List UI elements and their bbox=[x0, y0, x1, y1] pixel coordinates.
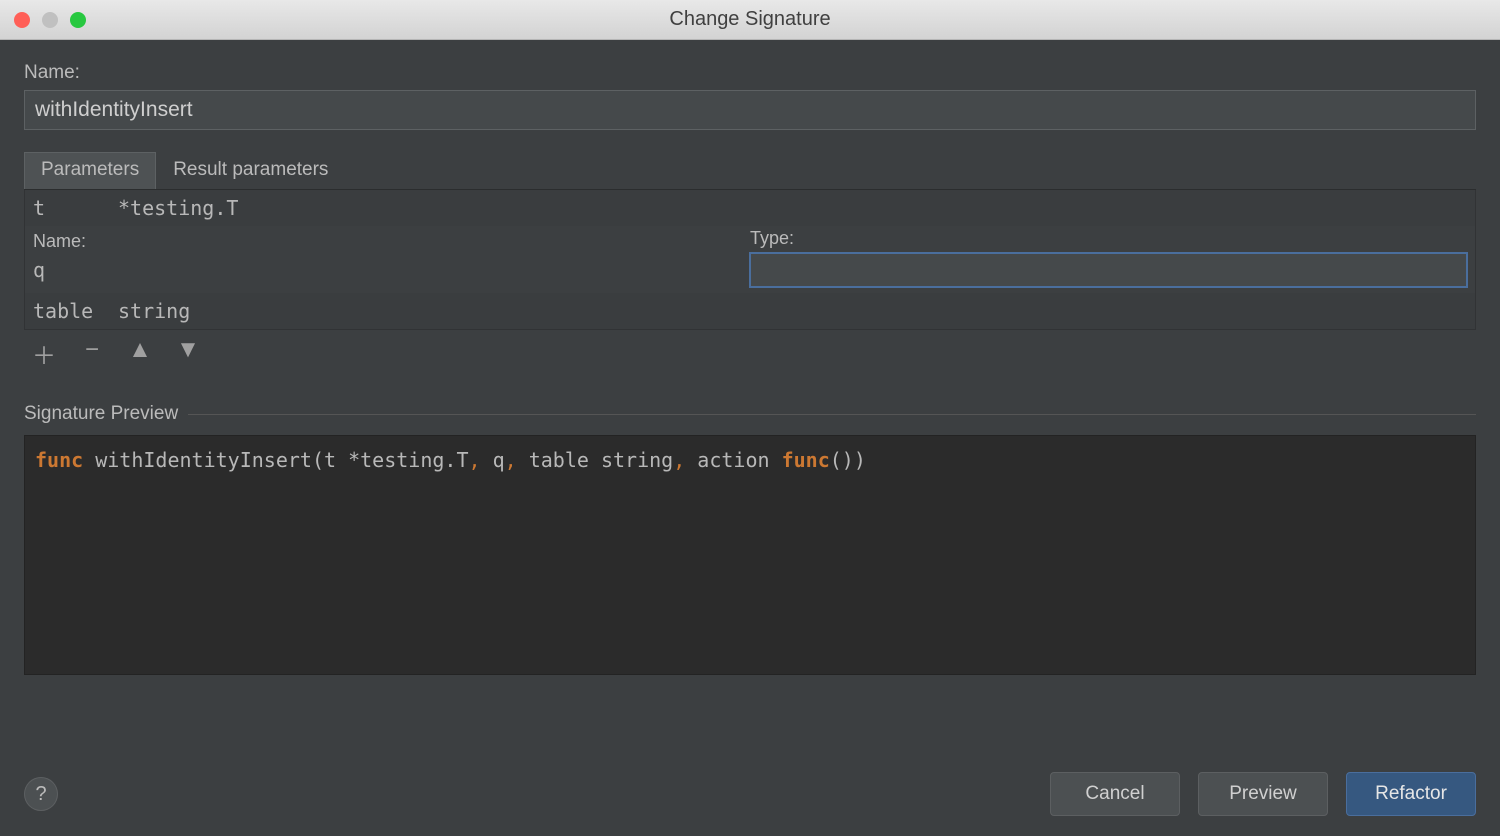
param-type-label: Type: bbox=[750, 228, 1467, 249]
signature-preview-label: Signature Preview bbox=[24, 403, 178, 425]
param-row[interactable]: table string bbox=[25, 293, 1475, 329]
param-row[interactable]: t *testing.T bbox=[25, 190, 1475, 226]
help-button[interactable]: ? bbox=[24, 777, 58, 811]
param-type-input[interactable] bbox=[750, 253, 1467, 287]
dialog-body: Name: Parameters Result parameters t *te… bbox=[0, 40, 1500, 836]
sig-text: withIdentityInsert(t *testing.T bbox=[83, 448, 468, 472]
zoom-window-button[interactable] bbox=[70, 12, 86, 28]
signature-preview: func withIdentityInsert(t *testing.T, q,… bbox=[24, 435, 1476, 675]
name-label: Name: bbox=[24, 62, 1476, 84]
preview-button[interactable]: Preview bbox=[1198, 772, 1328, 816]
sig-text: ()) bbox=[830, 448, 866, 472]
close-window-button[interactable] bbox=[14, 12, 30, 28]
add-param-icon[interactable]: ＋ bbox=[32, 336, 56, 371]
name-input[interactable] bbox=[24, 90, 1476, 130]
window-title: Change Signature bbox=[0, 8, 1500, 31]
remove-param-icon[interactable]: − bbox=[80, 336, 104, 371]
cancel-button[interactable]: Cancel bbox=[1050, 772, 1180, 816]
tab-bar: Parameters Result parameters bbox=[24, 152, 1476, 190]
param-name-value: q bbox=[33, 256, 740, 284]
keyword-func: func bbox=[35, 448, 83, 472]
move-down-icon[interactable]: ▼ bbox=[176, 336, 200, 371]
param-name-label: Name: bbox=[33, 231, 740, 252]
tab-parameters[interactable]: Parameters bbox=[24, 152, 156, 189]
sig-text: q bbox=[481, 448, 505, 472]
param-type: *testing.T bbox=[118, 196, 238, 220]
footer: ? Cancel Preview Refactor bbox=[24, 754, 1476, 836]
minimize-window-button[interactable] bbox=[42, 12, 58, 28]
keyword-func: func bbox=[782, 448, 830, 472]
traffic-lights bbox=[14, 12, 86, 28]
param-name: t bbox=[33, 196, 118, 220]
comma: , bbox=[673, 448, 685, 472]
button-row: Cancel Preview Refactor bbox=[1050, 772, 1476, 816]
param-name: table bbox=[33, 299, 118, 323]
sig-text: table string bbox=[517, 448, 674, 472]
comma: , bbox=[468, 448, 480, 472]
move-up-icon[interactable]: ▲ bbox=[128, 336, 152, 371]
titlebar: Change Signature bbox=[0, 0, 1500, 40]
sig-text: action bbox=[685, 448, 781, 472]
signature-group: Signature Preview func withIdentityInser… bbox=[24, 403, 1476, 675]
refactor-button[interactable]: Refactor bbox=[1346, 772, 1476, 816]
comma: , bbox=[505, 448, 517, 472]
divider bbox=[188, 414, 1476, 415]
parameters-table: t *testing.T Name: q Type: table string bbox=[24, 190, 1476, 330]
tab-result-parameters[interactable]: Result parameters bbox=[156, 152, 345, 189]
param-toolbar: ＋ − ▲ ▼ bbox=[24, 330, 1476, 377]
param-row-editing[interactable]: Name: q Type: bbox=[25, 226, 1475, 293]
param-type: string bbox=[118, 299, 190, 323]
